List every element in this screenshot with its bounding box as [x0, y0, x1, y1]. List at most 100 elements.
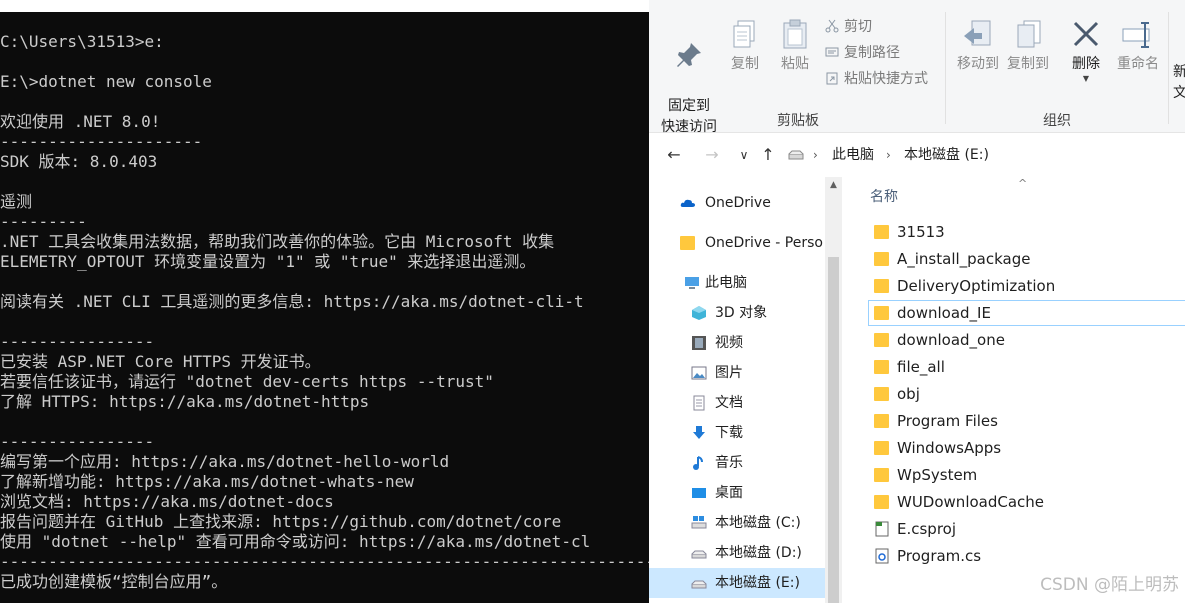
music-icon: [693, 456, 703, 470]
back-arrow-icon[interactable]: ←: [663, 144, 685, 166]
window-title-strip: [0, 0, 649, 12]
nav-item-3d-objects[interactable]: 3D 对象: [649, 298, 825, 328]
copy-to-label: 复制到: [1007, 56, 1049, 72]
pin-label: 固定到 快速访问: [661, 98, 717, 135]
breadcrumb-this-pc[interactable]: 此电脑: [832, 145, 874, 165]
desktop-icon: [692, 488, 706, 498]
folder-icon: [874, 468, 889, 482]
scrollbar-thumb[interactable]: [828, 257, 839, 603]
file-row[interactable]: Program.cs: [868, 543, 1185, 569]
paste-shortcut-label: 粘贴快捷方式: [844, 71, 928, 87]
folder-icon: [874, 441, 889, 455]
column-header-name[interactable]: 名称: [870, 186, 898, 206]
move-to-button[interactable]: 移动到: [954, 18, 1002, 75]
nav-item-label: 下载: [715, 425, 743, 441]
scroll-up-arrow-icon[interactable]: ▲: [825, 177, 842, 194]
paste-button[interactable]: 粘贴: [777, 18, 813, 75]
forward-arrow-icon[interactable]: →: [701, 144, 723, 166]
console-line: 已成功创建模板“控制台应用”。: [0, 572, 228, 591]
nav-item-music[interactable]: 音乐: [649, 448, 825, 478]
rename-label: 重命名: [1117, 56, 1159, 72]
nav-item-this-pc[interactable]: 此电脑: [649, 268, 825, 298]
drive-icon: [691, 550, 707, 559]
console-line: ---------------------: [0, 132, 203, 151]
up-arrow-icon[interactable]: ↑: [757, 144, 779, 166]
drive-icon: [691, 516, 707, 529]
console-line: 编写第一个应用: https://aka.ms/dotnet-hello-wor…: [0, 452, 450, 471]
console-line: 报告问题并在 GitHub 上查找来源: https://github.com/…: [0, 512, 562, 531]
nav-item-videos[interactable]: 视频: [649, 328, 825, 358]
folder-icon: [680, 236, 695, 250]
cut-button[interactable]: 剪切: [825, 15, 872, 39]
copy-path-button[interactable]: 复制路径: [825, 41, 900, 65]
console-window[interactable]: C:\Users\31513>e: E:\>dotnet new console…: [0, 0, 649, 603]
recent-locations-chevron-icon[interactable]: ∨: [733, 144, 755, 166]
file-row[interactable]: 31513: [868, 219, 1185, 245]
ribbon: 固定到 快速访问 复制 粘贴 剪切 复制路径 粘贴快捷方式 剪贴板 移动到 复制…: [649, 0, 1185, 135]
copy-to-icon: [1017, 20, 1041, 48]
nav-item-onedrive-personal[interactable]: OneDrive - Perso: [649, 228, 825, 258]
chevron-down-icon: ▼: [1082, 74, 1090, 83]
nav-item-pictures[interactable]: 图片: [649, 358, 825, 388]
console-line: SDK 版本: 8.0.403: [0, 152, 158, 171]
cloud-icon: [680, 199, 695, 207]
rename-button[interactable]: 重命名: [1114, 18, 1162, 75]
copy-to-button[interactable]: 复制到: [1004, 18, 1052, 75]
console-line: 了解 HTTPS: https://aka.ms/dotnet-https: [0, 392, 370, 411]
nav-item-local-disk-e[interactable]: 本地磁盘 (E:): [649, 568, 825, 598]
paste-shortcut-button[interactable]: 粘贴快捷方式: [825, 67, 928, 91]
folder-icon: [874, 414, 889, 428]
nav-item-onedrive[interactable]: OneDrive: [649, 188, 825, 218]
breadcrumb-chevron-icon: ›: [813, 148, 818, 162]
folder-icon: [874, 495, 889, 509]
nav-item-desktop[interactable]: 桌面: [649, 478, 825, 508]
nav-item-downloads[interactable]: 下载: [649, 418, 825, 448]
breadcrumb-local-disk-e[interactable]: 本地磁盘 (E:): [904, 145, 989, 165]
console-line: 了解新增功能: https://aka.ms/dotnet-whats-new: [0, 472, 414, 491]
file-row[interactable]: DeliveryOptimization: [868, 273, 1185, 299]
file-name: WUDownloadCache: [897, 493, 1045, 511]
nav-item-local-disk-c[interactable]: 本地磁盘 (C:): [649, 508, 825, 538]
file-row[interactable]: A_install_package: [868, 246, 1185, 272]
console-line: 阅读有关 .NET CLI 工具遥测的更多信息: https://aka.ms/…: [0, 292, 584, 311]
delete-x-icon: [1073, 21, 1099, 47]
file-row[interactable]: WpSystem: [868, 462, 1185, 488]
nav-scrollbar[interactable]: ▲: [825, 177, 842, 603]
nav-item-local-disk-d[interactable]: 本地磁盘 (D:): [649, 538, 825, 568]
download-icon: [693, 426, 705, 439]
video-icon: [692, 336, 706, 350]
file-list: ^ 名称 31513 A_install_package DeliveryOpt…: [842, 177, 1185, 603]
nav-item-label: OneDrive: [705, 195, 771, 211]
delete-button[interactable]: 删除 ▼: [1066, 18, 1106, 83]
pictures-icon: [691, 366, 707, 380]
breadcrumb[interactable]: › 此电脑 › 本地磁盘 (E:): [785, 142, 1185, 168]
watermark: CSDN @陌上明苏: [1040, 575, 1179, 595]
copy-label: 复制: [731, 56, 759, 72]
file-row[interactable]: Program Files: [868, 408, 1185, 434]
file-name: 31513: [897, 223, 945, 241]
3d-objects-icon: [692, 306, 706, 320]
pc-icon: [685, 277, 699, 289]
nav-item-documents[interactable]: 文档: [649, 388, 825, 418]
file-row[interactable]: E.csproj: [868, 516, 1185, 542]
file-row[interactable]: obj: [868, 381, 1185, 407]
pin-to-quick-access-button[interactable]: 固定到 快速访问: [653, 18, 725, 138]
drive-icon: [691, 580, 707, 589]
file-row-hovered[interactable]: download_IE: [868, 300, 1185, 326]
file-explorer-window: 固定到 快速访问 复制 粘贴 剪切 复制路径 粘贴快捷方式 剪贴板 移动到 复制…: [649, 0, 1185, 603]
file-row[interactable]: file_all: [868, 354, 1185, 380]
file-name: WindowsApps: [897, 439, 1002, 457]
file-row[interactable]: WUDownloadCache: [868, 489, 1185, 515]
file-name: Program.cs: [897, 547, 982, 565]
console-line: ----------------: [0, 432, 155, 451]
console-line: 使用 "dotnet --help" 查看可用命令或访问: https://ak…: [0, 532, 591, 551]
file-name: obj: [897, 385, 920, 403]
console-line: C:\Users\31513>e:: [0, 32, 164, 51]
file-row[interactable]: WindowsApps: [868, 435, 1185, 461]
copy-button[interactable]: 复制: [727, 18, 763, 75]
new-group-partial[interactable]: 新 文: [1173, 62, 1185, 104]
file-row[interactable]: download_one: [868, 327, 1185, 353]
